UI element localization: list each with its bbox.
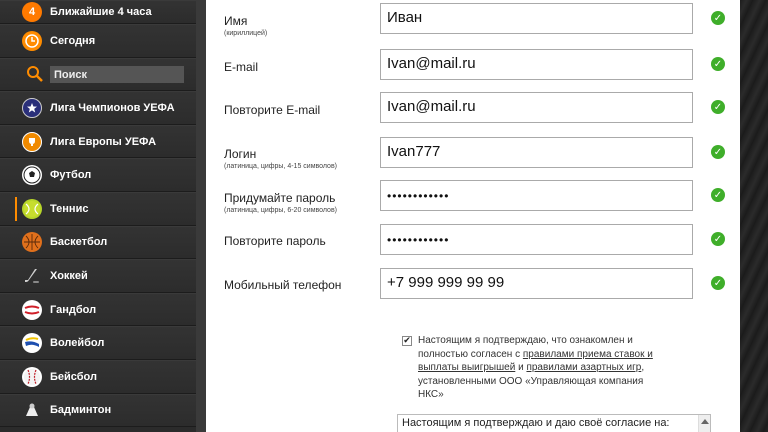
baseball-icon [22, 366, 42, 387]
sidebar-divider [196, 0, 206, 432]
handball-icon [22, 299, 42, 320]
sidebar-item-basketball[interactable]: Баскетбол [0, 225, 196, 260]
phone-field[interactable]: +7 999 999 99 99 [380, 268, 693, 299]
sidebar-item-europa-league[interactable]: Лига Европы УЕФА [0, 124, 196, 159]
sports-sidebar: 4 Ближайшие 4 часа Сегодня Лига Чемпионо… [0, 0, 196, 432]
sidebar-item-label: Сегодня [50, 34, 96, 47]
sidebar-item-label: Теннис [50, 202, 89, 215]
email-field[interactable]: Ivan@mail.ru [380, 49, 693, 80]
sidebar-item-baseball[interactable]: Бейсбол [0, 359, 196, 394]
sidebar-item-label: Бейсбол [50, 370, 97, 383]
phone-valid-icon: ✓ [711, 276, 725, 290]
consent-text: Настоящим я подтверждаю, что ознакомлен … [418, 334, 668, 402]
decorative-background-edge [740, 0, 768, 432]
sidebar-item-badminton[interactable]: Бадминтон [0, 393, 196, 428]
sidebar-item-label: Футбол [50, 169, 92, 182]
email-repeat-valid-icon: ✓ [711, 100, 725, 114]
search-icon [26, 65, 44, 83]
consent-checkbox[interactable]: ✔ [402, 336, 412, 346]
sidebar-item-next-4-hours[interactable]: 4 Ближайшие 4 часа [0, 0, 196, 24]
scroll-up-icon[interactable] [701, 419, 709, 424]
email-repeat-field[interactable]: Ivan@mail.ru [380, 92, 693, 123]
consent-details-text: Настоящим я подтверждаю и даю своё согла… [402, 417, 670, 429]
europa-league-icon [22, 131, 42, 152]
sidebar-item-today[interactable]: Сегодня [0, 24, 196, 58]
sidebar-item-label: Лига Чемпионов УЕФА [50, 101, 175, 114]
sidebar-item-label: Гандбол [50, 303, 97, 316]
clock-icon [22, 30, 42, 51]
password-field[interactable]: •••••••••••• [380, 180, 693, 211]
search-input[interactable] [50, 65, 184, 83]
name-field[interactable]: Иван [380, 3, 693, 34]
sidebar-item-label: Бадминтон [50, 404, 112, 417]
email-valid-icon: ✓ [711, 57, 725, 71]
sidebar-item-champions-league[interactable]: Лига Чемпионов УЕФА [0, 91, 196, 125]
football-icon [22, 165, 42, 186]
textarea-scrollbar[interactable] [698, 415, 710, 432]
sidebar-item-handball[interactable]: Гандбол [0, 292, 196, 327]
login-field[interactable]: Ivan777 [380, 137, 693, 168]
registration-form: Имя (кириллицей) Иван ✓ E-mail Ivan@mail… [206, 0, 740, 432]
consent-details-textarea[interactable]: Настоящим я подтверждаю и даю своё согла… [397, 414, 711, 432]
badminton-icon [22, 400, 42, 420]
sidebar-item-label: Баскетбол [50, 236, 108, 249]
sidebar-item-football[interactable]: Футбол [0, 158, 196, 192]
gambling-rules-link[interactable]: правилами азартных игр [526, 362, 641, 373]
sidebar-item-label: Хоккей [50, 269, 88, 282]
password-repeat-valid-icon: ✓ [711, 232, 725, 246]
hours-4-icon: 4 [22, 2, 42, 22]
champions-league-icon [22, 97, 42, 118]
sidebar-item-tennis[interactable]: Теннис [0, 191, 196, 226]
login-valid-icon: ✓ [711, 145, 725, 159]
password-repeat-field[interactable]: •••••••••••• [380, 224, 693, 255]
name-valid-icon: ✓ [711, 11, 725, 25]
password-valid-icon: ✓ [711, 188, 725, 202]
sidebar-item-label: Лига Европы УЕФА [50, 135, 157, 148]
sidebar-item-label: Волейбол [50, 337, 105, 350]
consent-text-2: и [518, 362, 524, 373]
tennis-icon [22, 198, 42, 219]
sidebar-item-volleyball[interactable]: Волейбол [0, 326, 196, 360]
basketball-icon [22, 232, 42, 253]
sidebar-item-label: Ближайшие 4 часа [50, 6, 152, 18]
hockey-icon [22, 266, 42, 286]
volleyball-icon [22, 333, 42, 354]
sidebar-item-hockey[interactable]: Хоккей [0, 259, 196, 293]
sidebar-search [0, 57, 196, 92]
